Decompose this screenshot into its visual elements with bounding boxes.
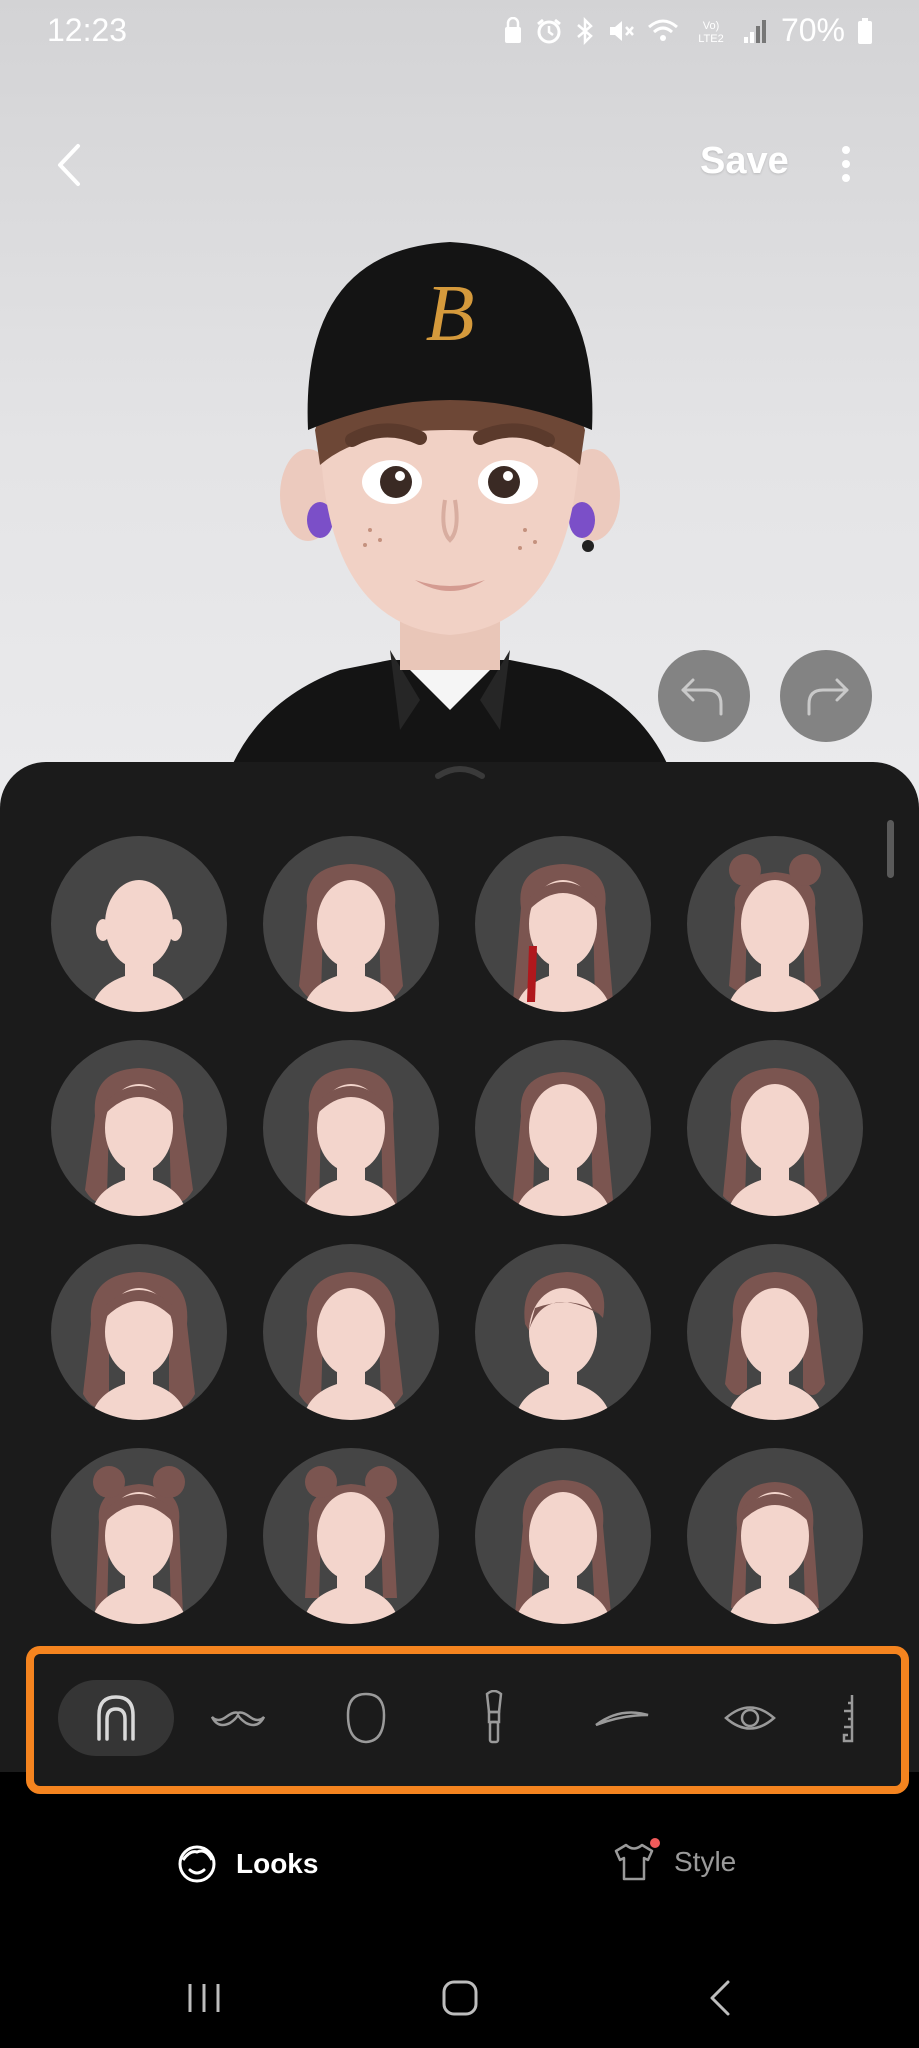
- signal-icon: [743, 19, 766, 43]
- hair-option-long-wavy-parted[interactable]: [687, 1040, 863, 1216]
- tab-looks-label: Looks: [236, 1848, 319, 1879]
- undo-icon: [681, 678, 723, 716]
- back-arrow-icon[interactable]: [50, 140, 90, 190]
- category-face-shape[interactable]: [308, 1680, 424, 1756]
- category-bar: [26, 1646, 909, 1794]
- hair-option-space-buns[interactable]: [687, 836, 863, 1012]
- hair-option-short-crop[interactable]: [475, 1244, 651, 1420]
- avatar-preview: B: [230, 242, 670, 770]
- system-nav-bar: [0, 1950, 919, 2048]
- mute-icon: [609, 20, 634, 41]
- battery-percent: 70%: [780, 12, 845, 48]
- face-shape-icon: [346, 1692, 386, 1744]
- hair-thumbnail-icon: [85, 1068, 193, 1216]
- redo-button[interactable]: [780, 650, 872, 742]
- wifi-icon: [647, 19, 678, 41]
- eyebrow-icon: [595, 1711, 649, 1727]
- hair-thumbnail-icon: [725, 1272, 825, 1420]
- scrollbar[interactable]: [887, 820, 894, 878]
- eye-icon: [724, 1706, 776, 1730]
- status-icons: Vo) LTE2 70%: [503, 12, 873, 49]
- new-badge-dot: [650, 1838, 660, 1848]
- mustache-icon: [210, 1711, 266, 1727]
- hair-thumbnail-icon: [723, 1068, 827, 1216]
- bottom-tabs: Looks Style: [0, 1812, 919, 1912]
- hair-option-space-buns-straight[interactable]: [51, 1448, 227, 1624]
- customization-panel: [0, 762, 919, 1772]
- hair-option-long-wavy[interactable]: [263, 836, 439, 1012]
- lock-icon: [504, 16, 521, 43]
- category-eyes[interactable]: [692, 1680, 808, 1756]
- makeup-brush-icon: [485, 1690, 503, 1744]
- hair-thumbnail-icon: [91, 880, 187, 1012]
- hair-thumbnail-icon: [515, 1480, 611, 1624]
- looks-face-icon: [178, 1845, 216, 1883]
- ruler-icon: [842, 1695, 854, 1743]
- hair-thumbnail-icon: [299, 1272, 403, 1420]
- hair-option-headband-wavy[interactable]: [263, 1244, 439, 1420]
- hair-thumbnail-icon: [513, 864, 613, 1012]
- hair-thumbnail-icon: [515, 1272, 611, 1420]
- hair-option-curly-bangs[interactable]: [51, 1244, 227, 1420]
- top-bar: Save: [0, 130, 919, 200]
- hair-thumbnail-icon: [727, 854, 823, 1012]
- cap-letter: B: [426, 270, 475, 358]
- hair-options-grid: [51, 836, 871, 1624]
- volte-top-label: Vo): [703, 20, 720, 32]
- category-makeup[interactable]: [436, 1680, 552, 1756]
- hair-option-bangs-straight[interactable]: [263, 1040, 439, 1216]
- hair-option-bangs-wavy[interactable]: [51, 1040, 227, 1216]
- hair-option-bald[interactable]: [51, 836, 227, 1012]
- hair-thumbnail-icon: [91, 1466, 187, 1624]
- category-eyebrows[interactable]: [564, 1680, 680, 1756]
- tshirt-icon: [614, 1843, 654, 1881]
- panel-handle[interactable]: [430, 762, 490, 786]
- alarm-icon: [537, 18, 561, 43]
- hair-thumbnail-icon: [303, 1466, 399, 1624]
- status-time: 12:23: [47, 12, 128, 48]
- hair-option-half-up[interactable]: [475, 1040, 651, 1216]
- hair-option-messy-buns[interactable]: [263, 1448, 439, 1624]
- hair-thumbnail-icon: [303, 1068, 399, 1216]
- bluetooth-icon: [577, 16, 593, 45]
- category-more[interactable]: [820, 1680, 880, 1756]
- home-icon[interactable]: [440, 1978, 480, 2018]
- hair-option-long-parted[interactable]: [475, 1448, 651, 1624]
- tab-style-label: Style: [674, 1846, 737, 1877]
- category-facial-hair[interactable]: [180, 1680, 296, 1756]
- hair-thumbnail-icon: [83, 1272, 195, 1420]
- tab-looks[interactable]: Looks: [176, 1842, 318, 1886]
- more-options-icon[interactable]: [838, 144, 854, 184]
- volte-icon: Vo)LTE2: [698, 20, 723, 45]
- hair-thumbnail-icon: [299, 864, 403, 1012]
- recent-apps-icon[interactable]: [186, 1978, 222, 2018]
- hair-option-straight-bangs[interactable]: [687, 1448, 863, 1624]
- save-button[interactable]: Save: [700, 140, 789, 183]
- battery-icon: [858, 17, 872, 44]
- category-hair[interactable]: [58, 1680, 174, 1756]
- hair-icon: [97, 1695, 135, 1741]
- redo-icon: [807, 678, 849, 716]
- nav-back-icon[interactable]: [706, 1978, 736, 2018]
- hair-option-bangs-red-streak[interactable]: [475, 836, 651, 1012]
- status-bar: 12:23 Vo) LTE2 70%: [0, 0, 919, 66]
- hair-option-medium-wavy[interactable]: [687, 1244, 863, 1420]
- hair-thumbnail-icon: [513, 1072, 613, 1216]
- volte-bottom-label: LTE2: [698, 33, 723, 45]
- tab-style[interactable]: Style: [612, 1838, 737, 1882]
- undo-button[interactable]: [658, 650, 750, 742]
- hair-thumbnail-icon: [727, 1482, 823, 1624]
